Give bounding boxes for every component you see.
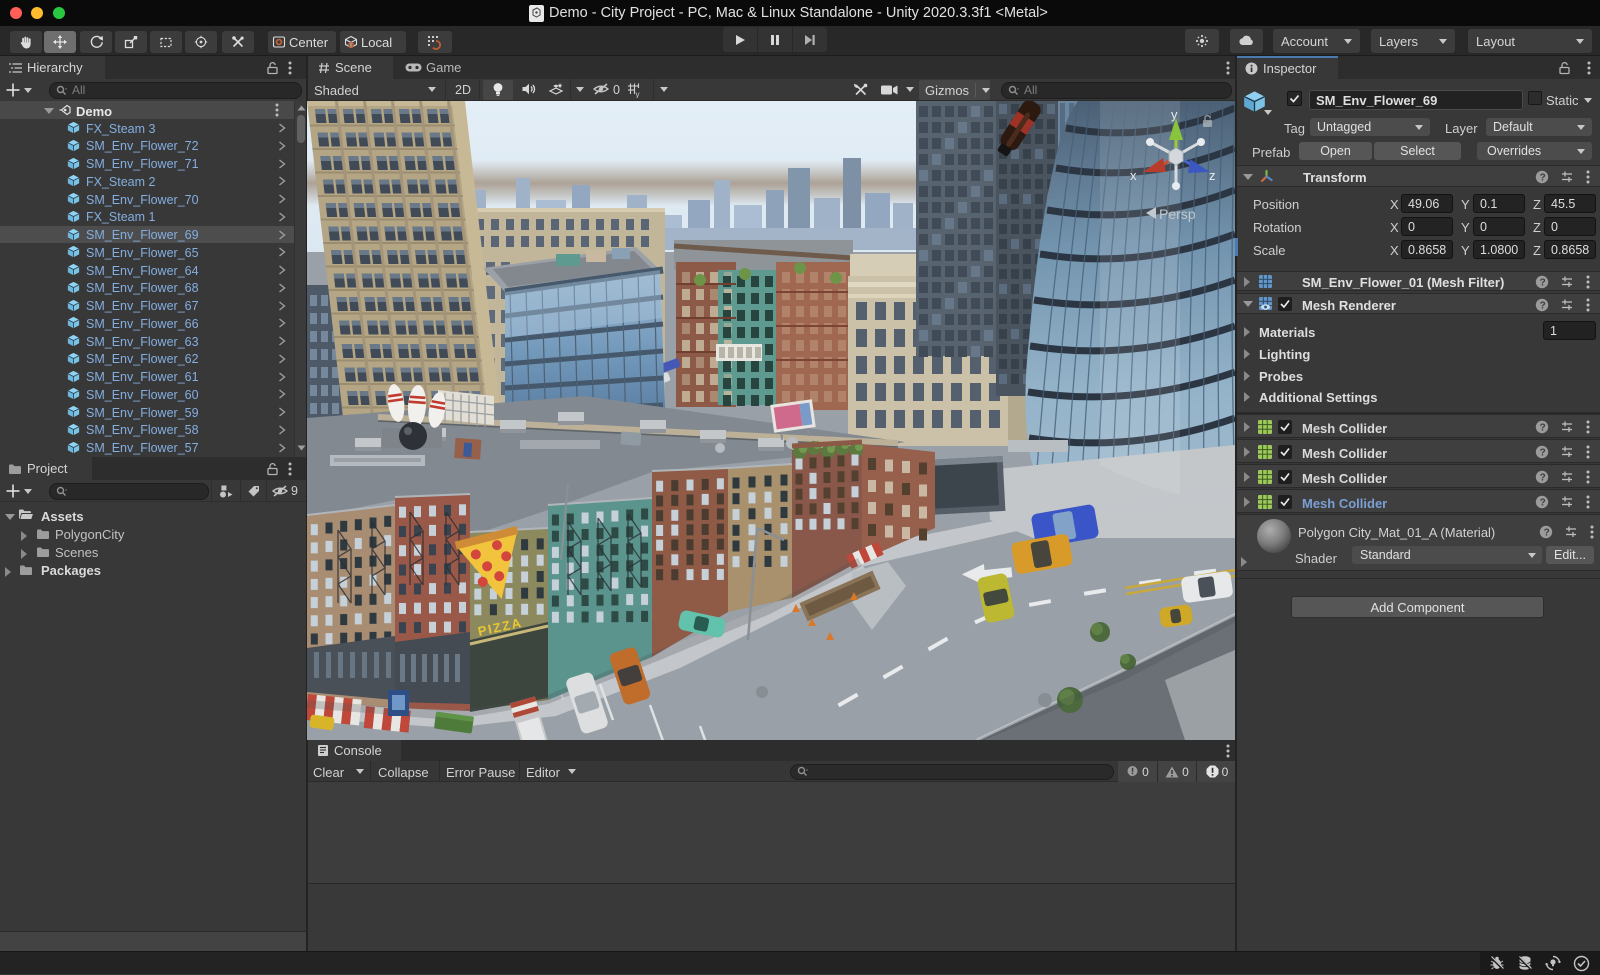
svg-text:Persp: Persp: [1159, 206, 1196, 222]
svg-text:?: ?: [1540, 173, 1546, 184]
svg-text:y: y: [1171, 107, 1178, 122]
svg-text:y: y: [636, 90, 640, 98]
svg-text:?: ?: [1540, 423, 1546, 434]
svg-text:?: ?: [1540, 498, 1546, 509]
svg-text:z: z: [1209, 168, 1216, 183]
svg-text:?: ?: [1544, 528, 1550, 539]
svg-text:?: ?: [1540, 448, 1546, 459]
svg-text:x: x: [1130, 168, 1137, 183]
svg-text:?: ?: [1540, 278, 1546, 289]
svg-text:?: ?: [1540, 473, 1546, 484]
svg-text:?: ?: [1540, 301, 1546, 312]
